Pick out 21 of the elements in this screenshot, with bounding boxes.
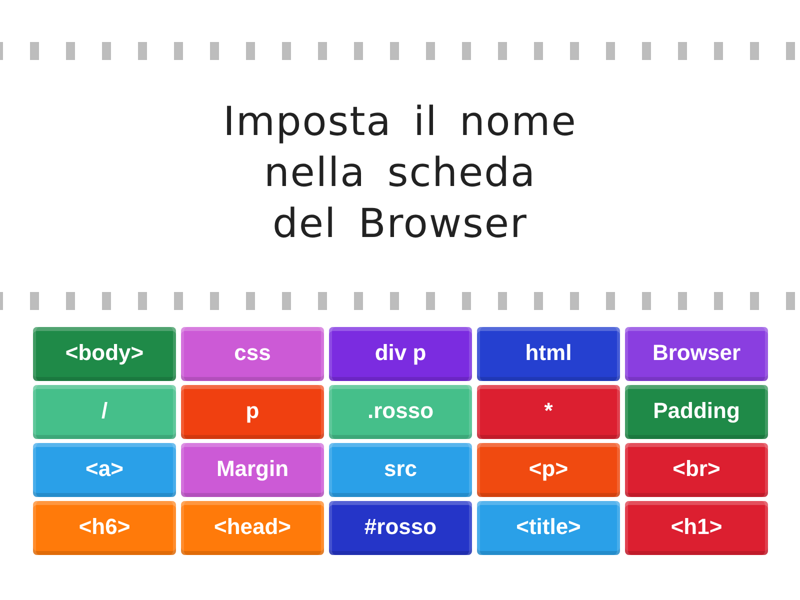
answer-tile[interactable]: / — [33, 385, 176, 439]
answer-tile[interactable]: Margin — [181, 443, 324, 497]
answer-tile[interactable]: <h6> — [33, 501, 176, 555]
answer-tile[interactable]: <p> — [477, 443, 620, 497]
answer-tile[interactable]: <head> — [181, 501, 324, 555]
answer-tile[interactable]: <body> — [33, 327, 176, 381]
answer-tile[interactable]: Padding — [625, 385, 768, 439]
answer-tile[interactable]: p — [181, 385, 324, 439]
answer-tile[interactable]: html — [477, 327, 620, 381]
answer-tile[interactable]: src — [329, 443, 472, 497]
answer-tile[interactable]: .rosso — [329, 385, 472, 439]
question-text: Imposta il nome nella scheda del Browser — [223, 98, 577, 249]
answer-tile[interactable]: <h1> — [625, 501, 768, 555]
answer-tile[interactable]: div p — [329, 327, 472, 381]
answer-tile[interactable]: <a> — [33, 443, 176, 497]
answer-tile[interactable]: #rosso — [329, 501, 472, 555]
answer-tile[interactable]: css — [181, 327, 324, 381]
answer-tile[interactable]: * — [477, 385, 620, 439]
answer-tile[interactable]: Browser — [625, 327, 768, 381]
answer-tile[interactable]: <br> — [625, 443, 768, 497]
answer-tile[interactable]: <title> — [477, 501, 620, 555]
